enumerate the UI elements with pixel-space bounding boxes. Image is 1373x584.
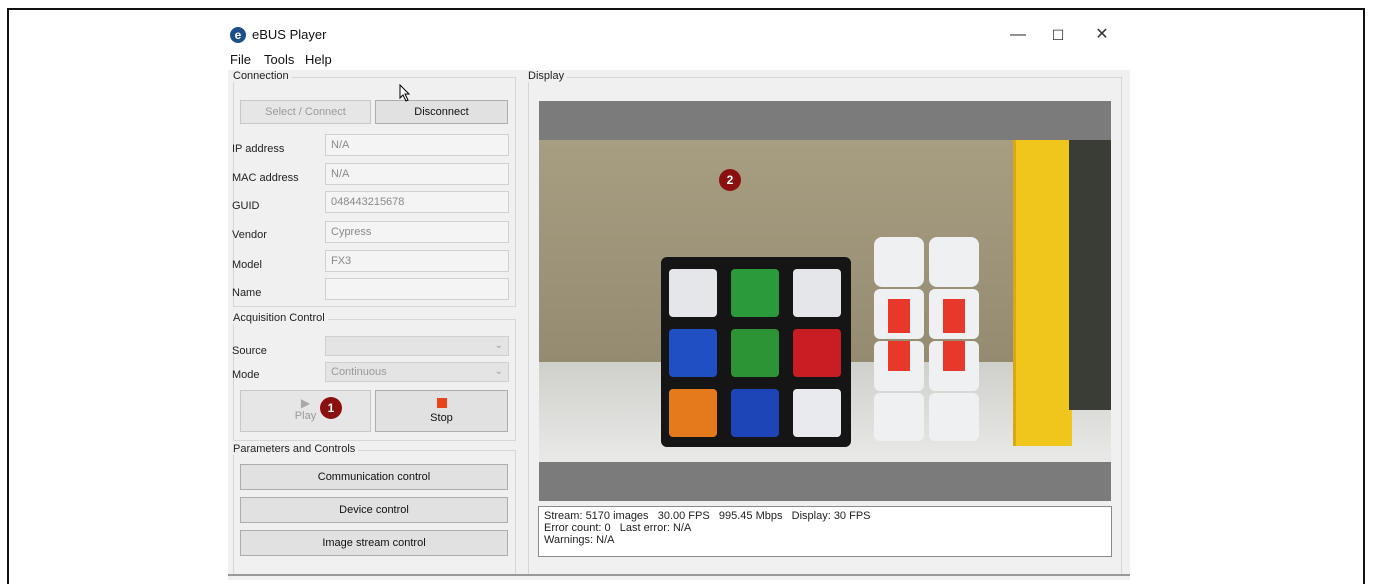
ip-address-field: N/A <box>325 134 509 156</box>
vendor-field: Cypress <box>325 221 509 243</box>
stream-stats-panel: Stream: 5170 images 30.00 FPS 995.45 Mbp… <box>538 506 1112 557</box>
stop-label: Stop <box>430 412 453 424</box>
mode-value: Continuous <box>331 366 387 378</box>
model-field: FX3 <box>325 250 509 272</box>
mode-select[interactable]: Continuous ⌄ <box>325 362 509 382</box>
connection-group-title: Connection <box>233 70 292 82</box>
name-field <box>325 278 509 300</box>
image-stream-control-button[interactable]: Image stream control <box>240 530 508 556</box>
window-title: eBUS Player <box>252 27 327 42</box>
menu-help[interactable]: Help <box>305 52 332 67</box>
menu-file[interactable]: File <box>230 52 251 67</box>
name-label: Name <box>232 287 262 299</box>
play-button[interactable]: ▶ Play <box>240 390 371 432</box>
toy-blocks-left <box>874 237 924 467</box>
title-bar: e eBUS Player — ☐ ✕ <box>228 18 1130 52</box>
minimize-button[interactable]: — <box>998 22 1038 48</box>
rubiks-cube <box>661 257 851 447</box>
guid-label: GUID <box>232 200 260 212</box>
source-label: Source <box>232 345 267 357</box>
window-bottom-edge <box>228 574 1130 576</box>
vendor-label: Vendor <box>232 229 267 241</box>
mouse-cursor-icon <box>399 84 411 102</box>
disconnect-button[interactable]: Disconnect <box>375 100 508 124</box>
yellow-box <box>1013 140 1072 446</box>
stop-icon <box>436 398 447 408</box>
stop-button[interactable]: Stop <box>375 390 508 432</box>
communication-control-button[interactable]: Communication control <box>240 464 508 490</box>
acquisition-control-group: Acquisition Control Source ⌄ Mode Contin… <box>232 312 516 441</box>
annotation-badge-1: 1 <box>320 397 342 419</box>
camera-image <box>539 140 1111 462</box>
display-viewport <box>539 101 1111 501</box>
select-connect-button[interactable]: Select / Connect <box>240 100 371 124</box>
annotation-badge-2: 2 <box>719 169 741 191</box>
stream-stats-line: Stream: 5170 images 30.00 FPS 995.45 Mbp… <box>544 510 871 522</box>
app-logo-icon: e <box>230 27 246 43</box>
warnings-line: Warnings: N/A <box>544 534 615 546</box>
toy-blocks-right <box>929 237 979 467</box>
display-group-title: Display <box>528 70 568 82</box>
mode-label: Mode <box>232 369 260 381</box>
menu-tools[interactable]: Tools <box>264 52 294 67</box>
play-label: Play <box>294 410 317 422</box>
parameters-group-title: Parameters and Controls <box>233 443 359 455</box>
source-select[interactable]: ⌄ <box>325 336 509 356</box>
chevron-down-icon: ⌄ <box>494 366 503 377</box>
guid-field: 048443215678 <box>325 191 509 213</box>
connection-group: Connection Select / Connect Disconnect I… <box>232 70 516 307</box>
model-label: Model <box>232 259 262 271</box>
parameters-group: Parameters and Controls Communication co… <box>233 443 516 576</box>
mac-address-field: N/A <box>325 163 509 185</box>
ip-address-label: IP address <box>232 143 285 155</box>
play-icon: ▶ <box>300 396 311 410</box>
dark-object <box>1069 140 1111 410</box>
error-stats-line: Error count: 0 Last error: N/A <box>544 522 692 534</box>
maximize-button[interactable]: ☐ <box>1038 22 1078 48</box>
mac-address-label: MAC address <box>232 172 299 184</box>
device-control-button[interactable]: Device control <box>240 497 508 523</box>
chevron-down-icon: ⌄ <box>494 340 503 351</box>
menu-bar: File Tools Help <box>228 52 1130 70</box>
close-button[interactable]: ✕ <box>1082 22 1122 48</box>
acquisition-group-title: Acquisition Control <box>233 312 328 324</box>
